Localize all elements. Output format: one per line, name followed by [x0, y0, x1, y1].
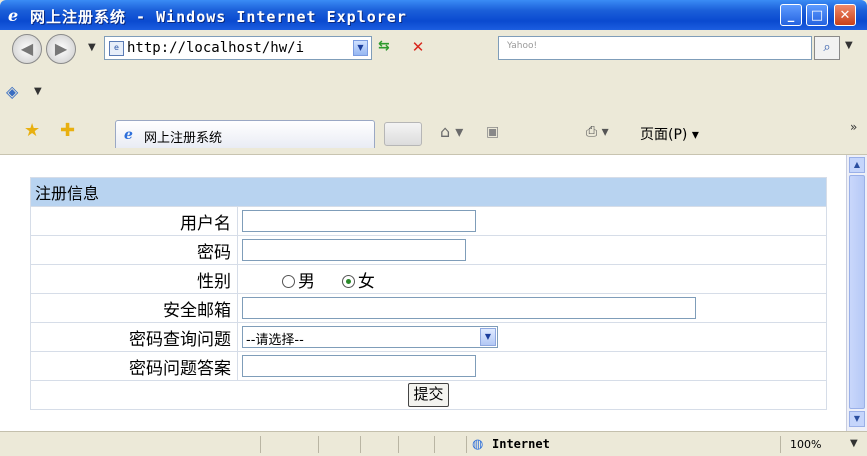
gender-male-label: 男 [298, 271, 315, 292]
address-url[interactable]: http://localhost/hw/i [127, 40, 333, 56]
gender-label: 性别 [30, 264, 238, 294]
tab-label: 网上注册系统 [144, 131, 223, 146]
maximize-button[interactable]: □ [806, 4, 828, 26]
print-icon[interactable]: ⎙ ▾ [586, 124, 609, 140]
email-input[interactable] [242, 297, 696, 319]
toolbar-overflow-icon[interactable]: » [850, 120, 857, 134]
username-label: 用户名 [30, 206, 238, 236]
scroll-thumb[interactable] [849, 175, 865, 409]
scroll-down-icon[interactable]: ▼ [849, 411, 865, 427]
history-dropdown-icon[interactable]: ▼ [88, 42, 96, 53]
page-menu-button[interactable]: 页面(P) ▾ [640, 124, 699, 144]
tab-ie-icon: e [124, 127, 133, 143]
question-label: 密码查询问题 [30, 322, 238, 352]
security-zone: Internet [492, 437, 550, 451]
close-button[interactable]: ✕ [834, 4, 856, 26]
forward-arrow-icon: ▶ [54, 39, 68, 58]
password-label: 密码 [30, 235, 238, 265]
add-favorites-icon[interactable]: ✚ [60, 120, 75, 141]
tab-toolbar: ★ ✚ e 网上注册系统 ⌂ ▾ ▣ ⎙ ▾ 页面(P) ▾ » [0, 112, 867, 155]
status-divider [260, 436, 261, 453]
links-dropdown-icon[interactable]: ▼ [34, 86, 42, 97]
address-input[interactable]: e http://localhost/hw/i ▼ [104, 36, 372, 60]
ie-icon: e [8, 6, 19, 25]
address-toolbar: ◀ ▶ ▼ e http://localhost/hw/i ▼ ⇆ ✕ Yaho… [0, 30, 867, 74]
favorites-star-icon[interactable]: ★ [24, 120, 40, 141]
minimize-button[interactable]: _ [780, 4, 802, 26]
forward-button[interactable]: ▶ [46, 34, 76, 64]
globe-icon: ◍ [472, 437, 484, 452]
zoom-level[interactable]: 100% [790, 438, 821, 451]
feeds-icon[interactable]: ▣ [486, 124, 499, 140]
search-input[interactable]: Yahoo! [498, 36, 812, 60]
search-icon: ⌕ [823, 40, 831, 55]
scroll-up-icon[interactable]: ▲ [849, 157, 865, 173]
home-icon[interactable]: ⌂ ▾ [440, 122, 463, 141]
new-tab-button[interactable] [384, 122, 422, 146]
search-dropdown-icon[interactable]: ▼ [845, 40, 853, 51]
title-bar: e 网上注册系统 - Windows Internet Explorer _ □… [0, 0, 867, 30]
answer-input[interactable] [242, 355, 476, 377]
question-select-value: --请选择-- [246, 333, 304, 348]
back-arrow-icon: ◀ [20, 39, 34, 58]
window-title: 网上注册系统 - Windows Internet Explorer [30, 8, 407, 26]
status-bar: ◍ Internet 100% ▼ [0, 431, 867, 456]
chevron-down-icon[interactable]: ▼ [480, 328, 496, 346]
username-input[interactable] [242, 210, 476, 232]
status-divider [360, 436, 361, 453]
question-select[interactable]: --请选择-- ▼ [242, 326, 498, 348]
submit-button[interactable]: 提交 [408, 383, 449, 407]
refresh-icon[interactable]: ⇆ [378, 38, 390, 54]
status-divider [780, 436, 781, 453]
answer-label: 密码问题答案 [30, 351, 238, 381]
gender-female-label: 女 [357, 271, 375, 292]
zoom-dropdown-icon[interactable]: ▼ [850, 438, 858, 449]
address-dropdown-icon[interactable]: ▼ [353, 40, 368, 56]
search-placeholder: Yahoo! [507, 41, 538, 51]
browser-window: e 网上注册系统 - Windows Internet Explorer _ □… [0, 0, 867, 456]
tab-current[interactable]: e 网上注册系统 [115, 120, 375, 148]
links-icon[interactable]: ◈ [6, 82, 18, 101]
stop-icon[interactable]: ✕ [406, 36, 430, 58]
gender-female-radio[interactable] [341, 275, 355, 288]
gender-male-radio[interactable] [282, 275, 295, 288]
registration-form: 注册信息 用户名 密码 性别 男 女 安全邮箱 密码查询问题 --请选择-- ▼… [30, 177, 827, 410]
page-content: 注册信息 用户名 密码 性别 男 女 安全邮箱 密码查询问题 --请选择-- ▼… [0, 155, 846, 431]
status-divider [434, 436, 435, 453]
status-divider [398, 436, 399, 453]
status-divider [466, 436, 467, 453]
search-button[interactable]: ⌕ [814, 36, 840, 60]
back-button[interactable]: ◀ [12, 34, 42, 64]
links-toolbar: ◈ ▼ [0, 76, 867, 112]
email-label: 安全邮箱 [30, 293, 238, 323]
password-input[interactable] [242, 239, 466, 261]
status-divider [318, 436, 319, 453]
page-icon: e [109, 41, 124, 56]
vertical-scrollbar[interactable]: ▲ ▼ [846, 155, 867, 431]
form-header: 注册信息 [30, 177, 827, 207]
